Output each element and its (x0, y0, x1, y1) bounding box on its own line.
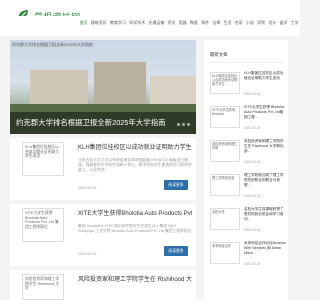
nav-item[interactable]: 留学 (278, 20, 289, 26)
sidebar-thumbnail[interactable]: 风险投资家和理工学院 (210, 140, 240, 162)
article-thumbnail[interactable]: XITE大学生获得Bholotia Auto Products Pvt. Ltd… (22, 208, 64, 242)
nav-item[interactable]: 名家 (233, 20, 244, 26)
hero-caption[interactable]: 约克郡大学排名根据卫报全新2025年大学指南 (16, 117, 165, 128)
sidebar-thumbnail[interactable]: KLH集团位挂校区以合成功就业证明助力学生 (210, 72, 240, 94)
sidebar-item-date: 2024-03-23 (244, 160, 261, 164)
sidebar-item[interactable]: 风险投资家和理工学院 风险投资家和理工学院学生在 Rishihood 大学孵化部… (204, 134, 288, 166)
nav-item[interactable]: 瓷器 (177, 20, 188, 26)
article-thumbnail-alt: KLH集团位挂校区以合成功就业证明助力学生成功 (25, 145, 60, 159)
sidebar-item-title[interactable]: 理工学院新加坡了理工学院的的联合的联合与竞赛... (244, 173, 286, 193)
sidebar: 最新文章 KLH集团位挂校区以合成功就业证明助力学生 KLH集团位挂校区以成功就… (204, 40, 288, 300)
sidebar-item-title[interactable]: 风险投资家和理工学院学生在 Rishihood 大学孵化部... (244, 139, 286, 159)
carousel-dot[interactable] (187, 123, 190, 126)
nav-item[interactable]: 建筑资讯 (89, 20, 108, 26)
nav-item[interactable]: 陶瓷 (188, 20, 199, 26)
nav-item[interactable]: 生活 (222, 20, 233, 26)
article-card: XITE大学生获得Bholotia Auto Products Pvt. Ltd… (10, 204, 196, 266)
article-title[interactable]: 风险投资家和理工学院学生在 Rishihood 大学孵化部业... (78, 274, 192, 283)
nav-item[interactable]: 设计 (267, 20, 278, 26)
article-thumbnail-alt: 风险投资家和理工学院学生 Rishihood 大学 (25, 277, 60, 291)
article-title[interactable]: XITE大学生获得Bholotia Auto Products Pvt. Ltd… (78, 208, 192, 217)
sidebar-item-date: 2024-03-23 (244, 262, 261, 266)
hero-banner[interactable]: 约克郡大学排名根据卫报全新2025年大学指南 约克郡大学排名根据卫报全新2025… (10, 40, 196, 134)
article-title[interactable]: KLH集团位挂校区以成功就业证明助力学生成功 (78, 142, 192, 151)
nav-item[interactable]: 教育学习 (108, 20, 127, 26)
carousel-dots (177, 123, 190, 126)
sidebar-item-date: 2024-03-23 (244, 92, 261, 96)
sidebar-item-title[interactable]: XITE大学生获得 Bholotia Auto Products Pvt. Lt… (244, 105, 286, 125)
sidebar-item-title[interactable]: 名校大学生将课程获得了更好的就业机会和学习培训... (244, 207, 286, 227)
article-date: 2024-03-23 (78, 252, 97, 256)
sidebar-item-date: 2024-03-23 (244, 194, 261, 198)
read-more-button[interactable]: 阅读更多 (164, 180, 188, 190)
sidebar-thumbnail-alt: 理工学院新加坡 (212, 176, 235, 180)
nav-item[interactable]: 法律 (211, 20, 222, 26)
nav-item[interactable]: 学院 (255, 20, 266, 26)
article-thumbnail[interactable]: KLH集团位挂校区以合成功就业证明助力学生成功 (22, 142, 64, 176)
article-card: 风险投资家和理工学院学生 Rishihood 大学 风险投资家和理工学院学生在 … (10, 270, 196, 300)
sidebar-thumbnail-alt: 未来科技合作 (212, 244, 232, 248)
article-card: KLH集团位挂校区以合成功就业证明助力学生成功 KLH集团位挂校区以成功就业证明… (10, 138, 196, 200)
divider (208, 62, 284, 63)
sidebar-item[interactable]: 名校大学 名校大学生将课程获得了更好的就业机会和学习培训... 2024-03-… (204, 202, 288, 234)
sidebar-item-date: 2024-03-23 (244, 126, 261, 130)
nav-item[interactable]: 交通运输 (147, 20, 166, 26)
carousel-dot[interactable] (182, 123, 185, 126)
sidebar-thumbnail[interactable]: 未来科技合作 (210, 242, 240, 264)
sidebar-thumbnail[interactable]: 理工学院新加坡 (210, 174, 240, 196)
sidebar-thumbnail[interactable]: XITE大学生获得Bholotia (210, 106, 240, 128)
nav-item[interactable]: 科学技术 (128, 20, 147, 26)
sidebar-item[interactable]: XITE大学生获得Bholotia XITE大学生获得 Bholotia Aut… (204, 100, 288, 132)
nav-item[interactable]: 铸件 (200, 20, 211, 26)
sidebar-item-date: 2024-03-23 (244, 228, 261, 232)
carousel-dot[interactable] (177, 123, 180, 126)
nav-item[interactable]: 资讯 (166, 20, 177, 26)
nav-item[interactable]: 工学 (289, 20, 300, 26)
sidebar-item-title[interactable]: 未来科技合作伙伴Amazon Web Services 和 Aman Mishr… (244, 241, 286, 261)
sidebar-heading: 最新文章 (210, 52, 228, 57)
sidebar-thumbnail-alt: 名校大学 (212, 210, 225, 214)
nav-list: 首页 建筑资讯 教育学习 科学技术 交通运输 资讯 瓷器 陶瓷 铸件 法律 生活… (78, 20, 300, 26)
article-summary: 集团 Gambaria XITE 理论研究和学生在校生以下集团 ANG Adde… (78, 224, 192, 234)
sidebar-item[interactable]: 理工学院新加坡 理工学院新加坡了理工学院的的联合的联合与竞赛... 2024-0… (204, 168, 288, 200)
sidebar-thumbnail-alt: XITE大学生获得Bholotia (212, 108, 236, 116)
article-date: 2024-03-23 (78, 186, 97, 190)
article-thumbnail-alt: XITE大学生获得Bholotia Auto Products Pvt. Ltd… (25, 211, 59, 229)
sidebar-thumbnail[interactable]: 名校大学 (210, 208, 240, 230)
read-more-button[interactable]: 阅读更多 (164, 246, 188, 256)
main-nav: 首页 建筑资讯 教育学习 科学技术 交通运输 资讯 瓷器 陶瓷 铸件 法律 生活… (0, 16, 300, 32)
hero-image-alt: 约克郡大学排名根据卫报全新2025年大学指南 (12, 42, 93, 47)
article-thumbnail[interactable]: 风险投资家和理工学院学生 Rishihood 大学 (22, 274, 64, 300)
nav-item[interactable]: 小说 (244, 20, 255, 26)
nav-item-home[interactable]: 首页 (78, 20, 89, 26)
sidebar-thumbnail-alt: KLH集团位挂校区以合成功就业证明助力学生 (212, 74, 238, 86)
sidebar-item[interactable]: KLH集团位挂校区以合成功就业证明助力学生 KLH集团位挂校区以成功就业证明助力… (204, 66, 288, 98)
article-summary: 马来西亚大学大学以系统管理资本增强超越 ERKM 2X 高级项目增强，强调各种学… (78, 158, 192, 173)
sidebar-item-title[interactable]: KLH集团位挂校区以成功就业证明助力学生成功 (244, 71, 286, 91)
sidebar-item[interactable]: 未来科技合作 未来科技合作伙伴Amazon Web Services 和 Ama… (204, 236, 288, 268)
sidebar-thumbnail-alt: 风险投资家和理工学院 (212, 142, 238, 150)
